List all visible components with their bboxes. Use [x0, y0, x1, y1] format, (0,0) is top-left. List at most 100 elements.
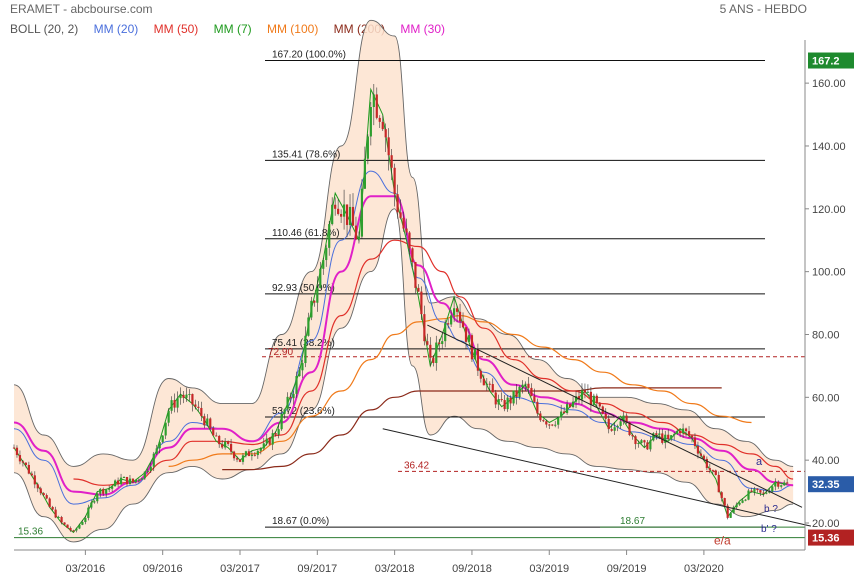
- candle-body: [185, 394, 188, 398]
- candle-body: [102, 488, 105, 494]
- candle-body: [292, 393, 295, 399]
- x-tick-label-7: 09/2019: [607, 563, 647, 575]
- candle-body: [554, 424, 557, 426]
- level-label-1: 36.42: [404, 460, 429, 471]
- candle-body: [568, 404, 572, 407]
- candle-body: [414, 261, 417, 288]
- candle-body: [783, 482, 786, 486]
- candle-body: [598, 402, 601, 407]
- candle-body: [545, 421, 548, 425]
- candle-body: [729, 512, 732, 518]
- candle-body: [524, 383, 527, 385]
- candle-body: [563, 411, 566, 414]
- candle-body: [643, 440, 646, 443]
- candle-body: [337, 208, 340, 214]
- candle-body: [681, 428, 685, 434]
- candle-body: [649, 440, 652, 450]
- candle-body: [375, 94, 378, 118]
- candle-body: [42, 493, 45, 496]
- candle-body: [128, 478, 132, 485]
- candle-body: [467, 335, 471, 342]
- candle-body: [360, 188, 364, 237]
- candle-body: [348, 206, 352, 225]
- candle-body: [765, 492, 768, 494]
- fib-label-1: 135.41 (78.6%): [272, 149, 340, 160]
- candle-body: [212, 428, 215, 436]
- candle-body: [96, 493, 99, 502]
- candle-body: [250, 454, 253, 457]
- candle-body: [670, 435, 673, 440]
- candle-body: [551, 424, 554, 426]
- candle-body: [24, 462, 27, 465]
- candle-body: [447, 323, 450, 325]
- candle-body: [655, 433, 658, 435]
- candle-body: [176, 398, 179, 408]
- candle-body: [607, 418, 610, 430]
- candle-body: [114, 480, 117, 487]
- candle-body: [12, 447, 16, 449]
- candle-body: [78, 524, 81, 529]
- candle-body: [494, 392, 497, 405]
- candle-body: [66, 524, 69, 528]
- candle-body: [723, 498, 726, 506]
- candle-body: [75, 528, 78, 531]
- candle-body: [369, 107, 372, 137]
- candle-body: [340, 213, 343, 217]
- candle-body: [372, 94, 375, 108]
- candle-body: [741, 500, 744, 503]
- y-tick-label-7: 160.00: [812, 78, 846, 90]
- candle-body: [99, 488, 102, 494]
- candle-body: [658, 433, 661, 435]
- price-tag-last: 32.35: [812, 479, 840, 491]
- candle-body: [57, 517, 60, 519]
- candle-body: [262, 443, 265, 449]
- candle-body: [173, 400, 176, 408]
- candle-body: [167, 410, 170, 423]
- candle-body: [256, 450, 259, 456]
- candle-body: [464, 327, 468, 342]
- candle-body: [93, 501, 96, 503]
- y-tick-label-6: 140.00: [812, 141, 846, 153]
- price-tag-high: 167.2: [812, 56, 840, 68]
- x-tick-label-8: 03/2020: [684, 563, 724, 575]
- candle-body: [696, 446, 700, 454]
- candle-body: [191, 394, 194, 405]
- candle-body: [432, 357, 435, 363]
- candle-body: [479, 370, 482, 379]
- candle-body: [265, 438, 268, 444]
- candle-body: [497, 399, 500, 405]
- candle-body: [116, 480, 120, 485]
- candle-body: [238, 459, 242, 462]
- candle-body: [209, 418, 212, 429]
- candle-body: [200, 407, 203, 417]
- candle-body: [363, 158, 366, 189]
- candle-body: [786, 482, 789, 484]
- x-tick-label-4: 03/2018: [375, 563, 415, 575]
- candle-body: [610, 429, 613, 431]
- candle-body: [583, 390, 587, 393]
- candle-body: [119, 477, 123, 485]
- level-label-2: 18.67: [620, 516, 645, 527]
- candle-body: [429, 344, 432, 358]
- candle-body: [720, 492, 723, 499]
- candle-body: [423, 314, 426, 342]
- candle-body: [90, 502, 93, 508]
- candle-body: [149, 466, 152, 471]
- candle-body: [518, 386, 521, 398]
- candle-body: [81, 522, 84, 525]
- candle-body: [45, 495, 48, 499]
- candle-body: [512, 390, 515, 404]
- candle-body: [592, 395, 595, 405]
- candle-body: [206, 418, 209, 426]
- candle-body: [408, 232, 411, 249]
- candle-body: [405, 228, 408, 233]
- candle-body: [774, 482, 777, 487]
- candle-body: [87, 507, 90, 518]
- candle-body: [735, 504, 738, 508]
- candle-body: [307, 317, 310, 336]
- candle-body: [21, 461, 25, 463]
- candle-body: [753, 488, 756, 492]
- candle-body: [604, 413, 607, 419]
- candle-body: [687, 431, 691, 436]
- candle-body: [60, 517, 63, 523]
